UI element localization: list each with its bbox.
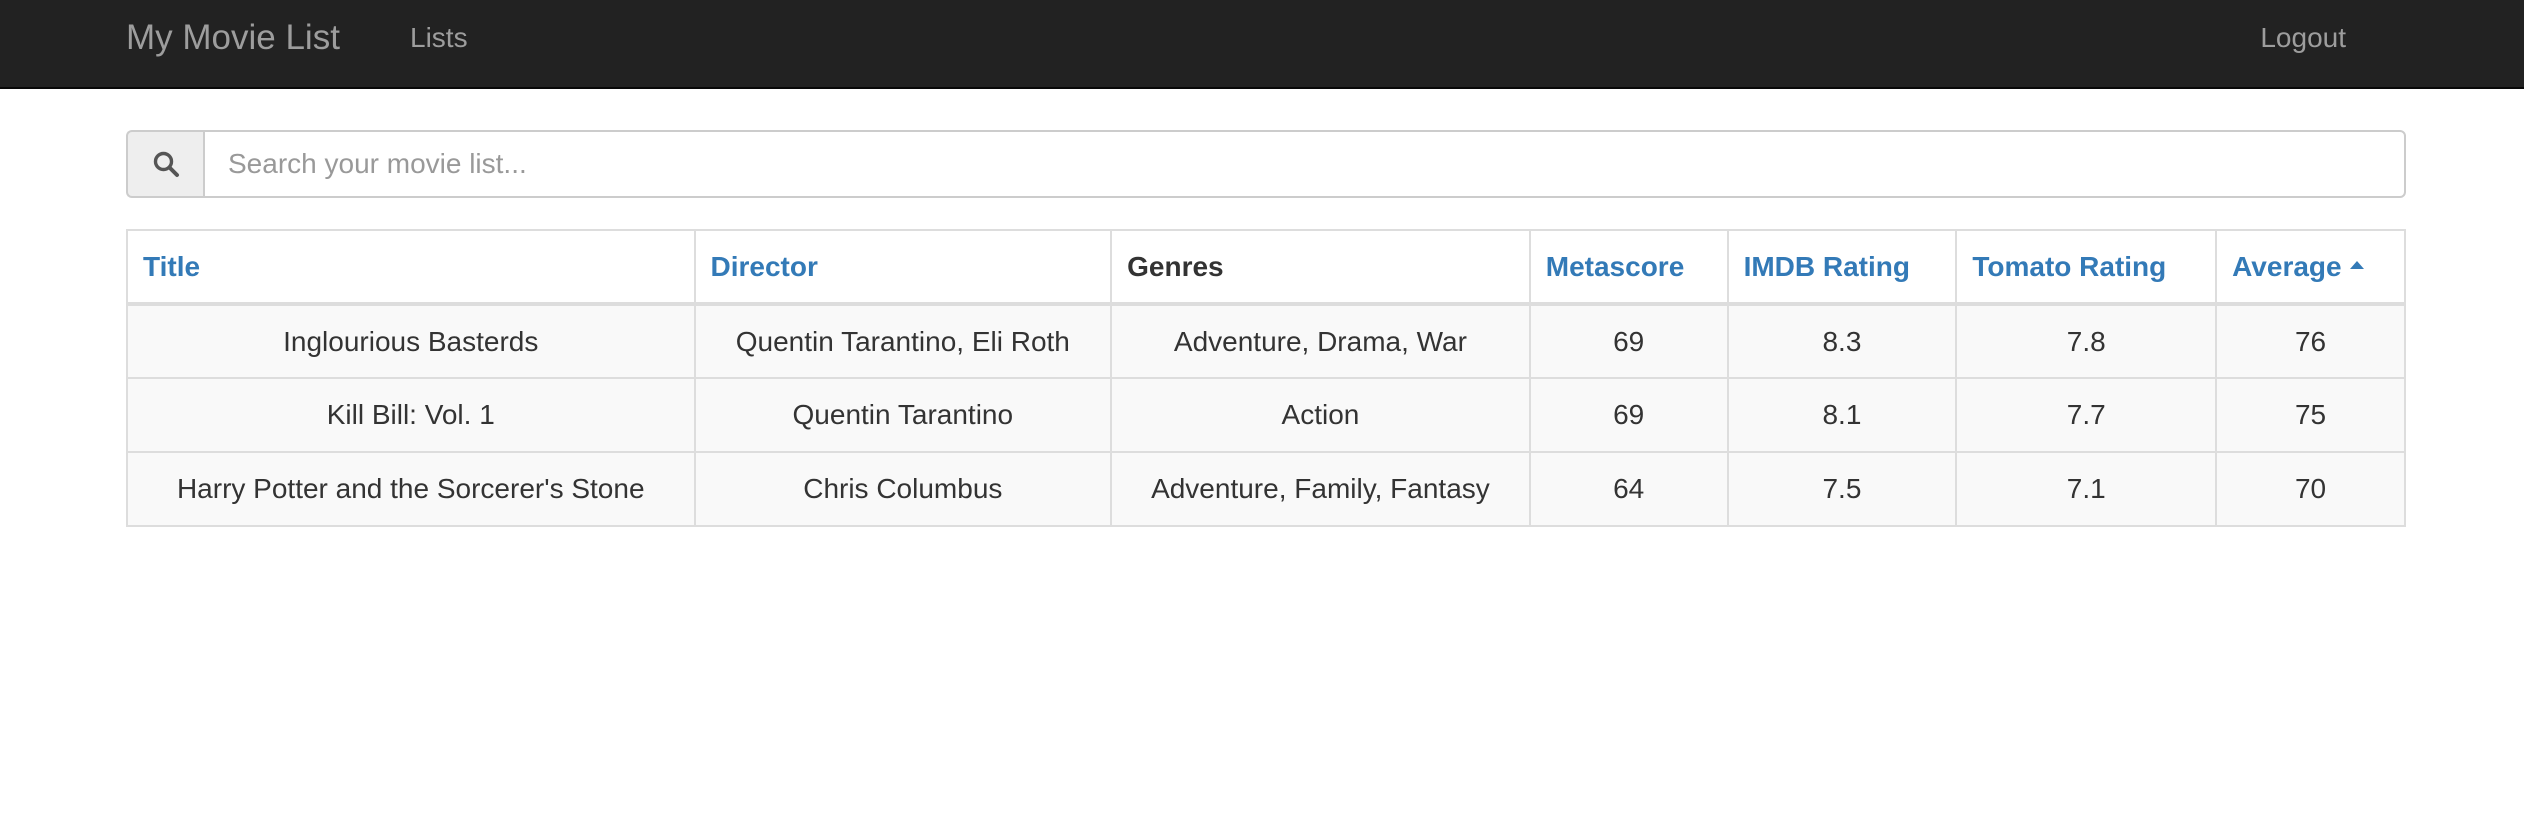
column-header-imdb-rating-label: IMDB Rating [1743,250,1910,282]
brand-link[interactable]: My Movie List [126,0,340,76]
search-group [126,130,2406,198]
sort-caret-up-icon [2349,261,2364,270]
cell-average: 70 [2215,451,2406,527]
column-header-tomato-rating[interactable]: Tomato Rating [1955,229,2218,306]
column-header-average-label: Average [2232,250,2342,282]
cell-imdb-rating: 8.1 [1726,377,1958,453]
table-row[interactable]: Inglourious Basterds Quentin Tarantino, … [126,303,2406,379]
nav-lists-link[interactable]: Lists [410,0,468,76]
cell-imdb-rating: 8.3 [1726,303,1958,379]
column-header-title-label: Title [143,250,201,282]
cell-metascore: 64 [1528,451,1729,527]
column-header-director-label: Director [710,250,818,282]
nav-logout-link[interactable]: Logout [2260,0,2346,76]
cell-metascore: 69 [1528,377,1729,453]
cell-average: 75 [2215,377,2406,453]
cell-average: 76 [2215,303,2406,379]
column-header-genres-label: Genres [1127,250,1224,282]
search-icon [126,130,203,198]
table-row[interactable]: Kill Bill: Vol. 1 Quentin Tarantino Acti… [126,377,2406,453]
search-input[interactable] [203,130,2406,198]
column-header-tomato-rating-label: Tomato Rating [1972,250,2167,282]
cell-genres: Action [1110,377,1531,453]
cell-genres: Adventure, Drama, War [1110,303,1531,379]
column-header-metascore[interactable]: Metascore [1528,229,1729,306]
cell-tomato-rating: 7.7 [1955,377,2218,453]
column-header-average[interactable]: Average [2215,229,2406,306]
table-row[interactable]: Harry Potter and the Sorcerer's Stone Ch… [126,451,2406,527]
cell-tomato-rating: 7.1 [1955,451,2218,527]
navbar: My Movie List Lists Logout [0,0,2524,89]
cell-imdb-rating: 7.5 [1726,451,1958,527]
column-header-imdb-rating[interactable]: IMDB Rating [1726,229,1958,306]
cell-metascore: 69 [1528,303,1729,379]
movie-table: Title Director Genres Metascore IMDB Rat… [126,229,2406,527]
column-header-title[interactable]: Title [126,229,696,306]
cell-director: Chris Columbus [693,451,1113,527]
column-header-metascore-label: Metascore [1545,250,1685,282]
column-header-director[interactable]: Director [693,229,1113,306]
cell-genres: Adventure, Family, Fantasy [1110,451,1531,527]
cell-title: Kill Bill: Vol. 1 [126,377,696,453]
cell-tomato-rating: 7.8 [1955,303,2218,379]
column-header-genres: Genres [1110,229,1531,306]
cell-director: Quentin Tarantino, Eli Roth [693,303,1113,379]
cell-director: Quentin Tarantino [693,377,1113,453]
table-header-row: Title Director Genres Metascore IMDB Rat… [126,229,2406,306]
cell-title: Inglourious Basterds [126,303,696,379]
cell-title: Harry Potter and the Sorcerer's Stone [126,451,696,527]
